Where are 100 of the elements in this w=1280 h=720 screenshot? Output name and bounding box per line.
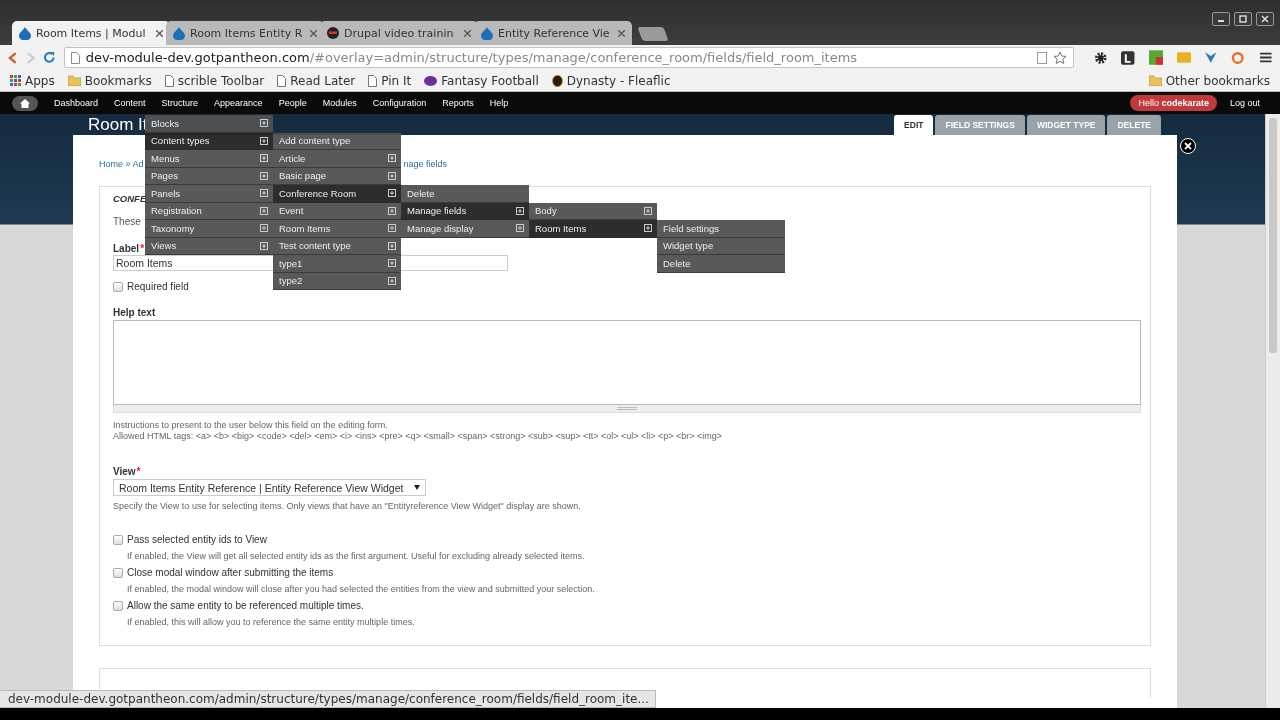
- view-select[interactable]: Room Items Entity Reference | Entity Reference View Widget: [113, 479, 426, 496]
- close-button[interactable]: [1256, 12, 1274, 26]
- user-greeting[interactable]: Hello codekarate: [1130, 95, 1217, 111]
- checkbox-label: Close modal window after submitting the items: [127, 567, 334, 578]
- breadcrumb[interactable]: nage fields: [403, 159, 448, 173]
- home-icon: [20, 98, 30, 108]
- menu-item[interactable]: Menus: [145, 150, 273, 168]
- document-icon[interactable]: [1036, 51, 1047, 64]
- expand-icon: [516, 224, 524, 233]
- toolbar-link[interactable]: Content: [106, 98, 154, 108]
- overlay-tab[interactable]: EDIT: [894, 115, 934, 135]
- menu-item[interactable]: Field settings: [657, 220, 785, 238]
- menu-item[interactable]: Manage display: [401, 220, 529, 238]
- option-description: If enabled, the modal window will close after you had selected the entities from the view and submitted your selection.: [127, 584, 596, 594]
- status-url: dev-module-dev.gotpantheon.com/admin/structure/types/manage/conference_room/fields/field_room_ite...: [0, 690, 656, 708]
- expand-icon: [260, 224, 268, 233]
- option-description: If enabled, the View will get all selected entity ids as the first argument. Useful for excluding already selected items.: [127, 551, 586, 561]
- apps-icon: [10, 75, 21, 86]
- menu-item[interactable]: Room Items: [529, 220, 657, 238]
- expand-icon: [388, 276, 396, 285]
- field-label: Help text: [113, 307, 156, 318]
- required-mark: *: [140, 243, 145, 254]
- bookmark-link[interactable]: Other bookmarks: [1165, 73, 1270, 88]
- menu-item[interactable]: type1: [273, 255, 401, 273]
- checkbox-label: Required field: [127, 281, 189, 292]
- logout-link[interactable]: Log out: [1216, 98, 1268, 108]
- expand-icon: [388, 241, 396, 250]
- menu-item[interactable]: Taxonomy: [145, 220, 273, 238]
- expand-icon: [388, 259, 396, 268]
- field-description: Specify the View to use for selecting items. Only views that have an "Entityreference View Widget" display are shown.: [113, 501, 582, 512]
- option-description: If enabled, this will allow you to reference the same entity multiple times.: [127, 617, 416, 627]
- expand-icon: [260, 136, 268, 145]
- toolbar-link[interactable]: Configuration: [364, 98, 435, 108]
- toolbar-link[interactable]: Modules: [314, 98, 365, 108]
- expand-icon: [388, 206, 396, 215]
- toolbar-link[interactable]: Reports: [434, 98, 482, 108]
- menu-item[interactable]: Room Items: [273, 220, 401, 238]
- browser-tab[interactable]: Entity Reference Vie: [474, 21, 632, 45]
- close-icon: [1261, 15, 1269, 23]
- toolbar-link[interactable]: Help: [481, 98, 517, 108]
- field-label: View: [113, 466, 136, 477]
- new-tab-button[interactable]: [637, 27, 669, 41]
- toolbar-link[interactable]: Dashboard: [46, 98, 107, 108]
- close-icon[interactable]: [156, 29, 163, 37]
- bookmark-link[interactable]: Fantasy Football: [441, 73, 539, 88]
- drop-icon: [173, 26, 185, 40]
- bookmark-link[interactable]: Bookmarks: [84, 73, 152, 88]
- extension-icon[interactable]: [1121, 50, 1135, 65]
- minimize-button[interactable]: [1212, 12, 1230, 26]
- toolbar-link[interactable]: People: [270, 98, 315, 108]
- home-button[interactable]: [12, 95, 38, 111]
- expand-icon: [388, 224, 396, 233]
- expand-icon: [260, 154, 268, 163]
- menu-item[interactable]: Panels: [145, 185, 273, 203]
- expand-icon: [260, 189, 268, 198]
- checkbox-label: Pass selected entity ids to View: [127, 534, 267, 545]
- checkbox[interactable]: [113, 281, 123, 292]
- checkbox[interactable]: [113, 534, 123, 545]
- drop-icon: [481, 26, 493, 40]
- field-description: Instructions to present to the user below this field on the editing form.: [113, 420, 389, 431]
- bookmark-link[interactable]: Apps: [25, 73, 55, 88]
- breadcrumb[interactable]: Home » Ad: [99, 159, 144, 173]
- field-description: Allowed HTML tags: <a> <b> <big> <code> <del> <em> <i> <ins> <pre> <q> <small> <span> <strong> <sub> <sup> <tt> <ol> <ul> <li> <p> <br> <img>: [113, 431, 724, 442]
- menu-item[interactable]: Conference Room: [273, 185, 401, 203]
- expand-icon: [260, 171, 268, 180]
- expand-icon: [388, 171, 396, 180]
- bookmark-link[interactable]: scrible Toolbar: [177, 73, 265, 88]
- folder-icon: [1148, 75, 1162, 86]
- star-icon[interactable]: [1052, 50, 1067, 65]
- maximize-button[interactable]: [1234, 12, 1252, 26]
- page-icon: [70, 51, 80, 64]
- checkbox[interactable]: [113, 600, 123, 611]
- coin-icon: [551, 74, 563, 87]
- page-icon: [368, 74, 378, 87]
- resize-handle[interactable]: [113, 405, 1141, 413]
- required-mark: *: [136, 466, 141, 477]
- maximize-icon: [1239, 15, 1247, 23]
- bookmark-link[interactable]: Read Later: [290, 73, 356, 88]
- page-icon: [164, 74, 174, 87]
- menu-item[interactable]: Delete: [657, 255, 785, 273]
- address-bar[interactable]: dev-module-dev.gotpantheon.com/#overlay=admin/structure/types/manage/conference_room/fields/field_room_items: [63, 47, 1074, 68]
- dropdown-icon: [414, 485, 420, 490]
- scrollbar[interactable]: [1265, 114, 1280, 708]
- toolbar-link[interactable]: Structure: [153, 98, 207, 108]
- expand-icon: [644, 206, 652, 215]
- back-icon[interactable]: [8, 51, 18, 64]
- menu-icon[interactable]: [1260, 52, 1272, 63]
- menu-item[interactable]: Article: [273, 150, 401, 168]
- folder-icon: [67, 75, 81, 86]
- bookmark-link[interactable]: Pin It: [381, 73, 412, 88]
- field-label: Label: [113, 243, 140, 254]
- reload-icon[interactable]: [43, 51, 56, 64]
- menu-item[interactable]: Delete: [401, 185, 529, 203]
- expand-icon: [388, 189, 396, 198]
- settings-icon[interactable]: [1093, 50, 1108, 65]
- checkbox[interactable]: [113, 567, 123, 578]
- expand-icon: [388, 154, 396, 163]
- bookmark-link[interactable]: Dynasty - Fleaflic: [566, 73, 671, 88]
- menu-item[interactable]: Blocks: [145, 115, 273, 133]
- toolbar-link[interactable]: Appearance: [206, 98, 271, 108]
